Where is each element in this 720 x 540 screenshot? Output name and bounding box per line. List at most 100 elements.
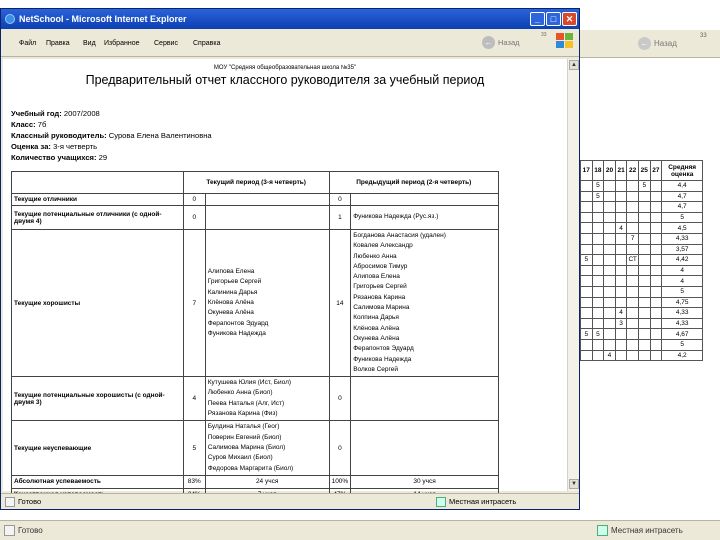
student-name: Ферапонтов Эдуард (353, 345, 414, 353)
info-class: Класс: 7б (11, 120, 47, 129)
grid-cell (649, 307, 663, 319)
grid-cell (603, 264, 616, 277)
grid-cell: 4,5 (661, 222, 704, 234)
grid-cell: 5 (580, 254, 593, 266)
grid-cell (614, 180, 628, 192)
student-name: Рязанова Карина (353, 293, 406, 301)
grid-cell (580, 180, 593, 192)
student-name: Фуникова Надежда (Рус.яз.) (353, 213, 439, 221)
grid-cell (603, 211, 616, 224)
grid-cell: 5 (637, 180, 651, 192)
grid-cell (580, 275, 593, 287)
scroll-up-icon[interactable]: ▲ (569, 60, 579, 70)
grid-cell (614, 232, 628, 245)
grid-cell: 3,57 (661, 243, 704, 256)
grid-cell (580, 190, 593, 203)
menu-bar: Файл Правка Вид Избранное Сервис Справка… (1, 29, 579, 57)
back-arrow-icon: ← (482, 35, 495, 49)
grid-cell (603, 180, 616, 192)
grid-cell: 4,4 (661, 180, 704, 192)
grid-cell (603, 328, 616, 340)
student-name: Абросимов Тимур (353, 262, 408, 270)
grid-cell (603, 254, 616, 266)
grid-cell (591, 254, 605, 266)
grid-cell (626, 201, 639, 213)
grid-header-cell: 27 (649, 160, 663, 181)
zone-text: Местная интрасеть (449, 497, 517, 506)
names-current (204, 205, 330, 230)
grid-cell (626, 243, 639, 256)
student-name: Окунева Алёна (353, 334, 400, 342)
grid-cell (637, 307, 651, 319)
count-current: 0 (182, 193, 206, 206)
grid-cell (649, 180, 663, 192)
status-text: Готово (18, 497, 42, 506)
close-button[interactable]: ✕ (562, 12, 577, 26)
status-text: Готово (18, 526, 43, 535)
grid-header-cell: 21 (614, 160, 628, 181)
grid-row: 5 5 4,4 (580, 180, 704, 192)
menu-file[interactable]: Файл (19, 40, 36, 47)
grid-cell (637, 232, 651, 245)
menu-help[interactable]: Справка (193, 40, 220, 47)
menu-tools[interactable]: Сервис (154, 40, 178, 47)
grid-cell (580, 232, 593, 245)
grid-cell (626, 328, 639, 340)
grid-cell (637, 254, 651, 266)
abs-pct-previous: 100% (328, 474, 352, 489)
grid-row: 5 (580, 211, 704, 224)
maximize-button[interactable]: □ (546, 12, 561, 26)
grid-cell (591, 307, 605, 319)
grid-cell (603, 222, 616, 234)
grid-cell (649, 201, 663, 213)
grid-row: 3 4,33 (580, 317, 704, 330)
vertical-scrollbar[interactable]: ▲ ▼ (567, 59, 579, 491)
grid-cell: 4,33 (661, 317, 704, 330)
report-page: МОУ "Средняя общеобразовательная школа №… (3, 59, 567, 502)
zone-text: Местная интрасеть (611, 526, 683, 535)
grid-cell: 4,75 (661, 296, 704, 309)
grid-cell (626, 222, 639, 234)
back-arrow-icon: ← (638, 36, 651, 50)
report-row: Текущие отличники 0 0 (11, 193, 499, 206)
grid-cell (614, 275, 628, 287)
grid-cell: 4,2 (661, 349, 704, 362)
info-period: Оценка за: 3-я четверть (11, 142, 98, 151)
grid-cell (580, 222, 593, 234)
menu-view[interactable]: Вид (83, 40, 96, 47)
menu-edit[interactable]: Правка (46, 40, 70, 47)
background-tab-count: 33 (700, 33, 707, 39)
grid-cell (649, 328, 663, 340)
menu-favorites[interactable]: Избранное (104, 40, 139, 47)
student-name: Калинина Дарья (207, 288, 258, 296)
grid-cell (626, 296, 639, 309)
grid-cell: 5 (591, 190, 605, 203)
student-name: Волков Сергей (353, 365, 398, 373)
grid-cell (614, 285, 628, 298)
grid-cell (637, 190, 651, 203)
grid-row: 4 (580, 264, 704, 277)
report-table: Текущий период (3-я четверть) Предыдущий… (11, 171, 500, 502)
grid-cell (603, 232, 616, 245)
grid-header-cell: 22 (626, 160, 639, 181)
grade-grid: 17 18 20 21 22 25 27 Средняя оценка 5 5 4,4 5 4,7 4,… (580, 160, 704, 362)
scroll-down-icon[interactable]: ▼ (569, 479, 579, 489)
title-bar: NetSchool - Microsoft Internet Explorer … (1, 9, 579, 29)
grid-cell: 5 (661, 285, 704, 298)
grid-cell (580, 307, 593, 319)
school-name: МОУ "Средняя общеобразовательная школа №… (213, 65, 357, 71)
report-row: Текущие хорошисты 7 Алипова Елена Григорьев… (11, 228, 499, 378)
count-current: 5 (182, 420, 206, 476)
row-label: Текущие хорошисты (11, 228, 184, 378)
grid-cell (591, 349, 605, 362)
student-name: Окунева Алёна (207, 309, 254, 317)
grid-cell (626, 285, 639, 298)
grid-cell: СТ (626, 254, 639, 266)
grid-row: 5 СТ 4,42 (580, 254, 704, 266)
grid-cell (603, 317, 616, 330)
grid-cell (591, 264, 605, 277)
back-button[interactable]: ← Назад (482, 34, 520, 50)
background-back-button[interactable]: ← Назад (638, 34, 688, 52)
minimize-button[interactable]: _ (530, 12, 545, 26)
count-current: 0 (182, 205, 206, 230)
